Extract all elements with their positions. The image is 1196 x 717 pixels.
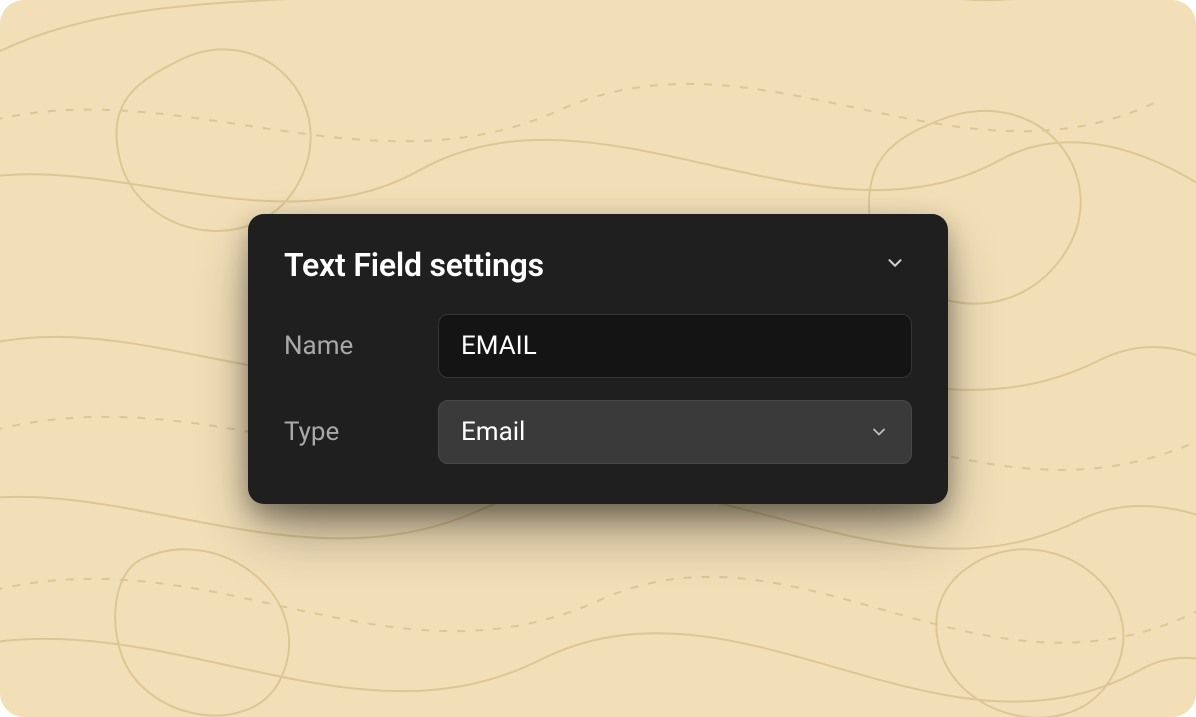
chevron-down-icon — [869, 422, 889, 442]
type-row: Type Email — [284, 400, 912, 464]
panel-title: Text Field settings — [284, 246, 544, 284]
name-label: Name — [284, 331, 414, 361]
name-row: Name — [284, 314, 912, 378]
panel-header: Text Field settings — [284, 246, 912, 284]
name-input[interactable] — [438, 314, 912, 378]
chevron-down-icon — [884, 252, 906, 277]
type-select-value: Email — [461, 417, 525, 447]
panel-collapse-button[interactable] — [878, 246, 912, 283]
type-label: Type — [284, 417, 414, 447]
type-select[interactable]: Email — [438, 400, 912, 464]
settings-panel: Text Field settings Name Type Email — [248, 214, 948, 504]
